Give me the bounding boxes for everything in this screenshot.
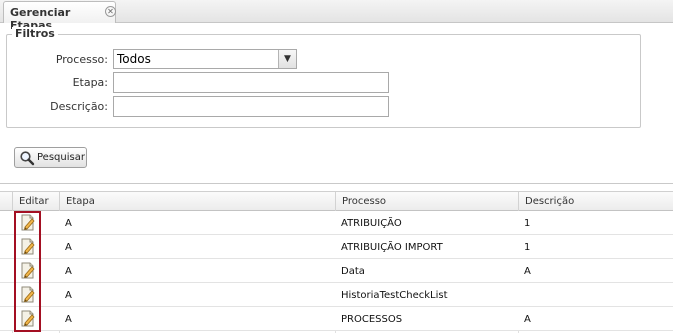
table-row: A ATRIBUIÇÃO IMPORT 1 [0,235,673,259]
cell-processo: ATRIBUIÇÃO [341,218,402,229]
table-row: A ATRIBUIÇÃO 1 [0,211,673,235]
chevron-down-icon[interactable]: ▼ [278,50,296,68]
column-header-editar[interactable]: Editar [12,192,59,211]
search-button[interactable]: Pesquisar [14,147,87,168]
cell-descricao: 1 [524,218,531,229]
cell-descricao: 1 [524,242,531,253]
edit-document-icon[interactable] [20,262,36,279]
magnifier-icon [20,151,35,166]
cell-processo: Data [341,266,365,277]
column-header-processo[interactable]: Processo [335,192,518,211]
cell-etapa: A [65,242,72,253]
descricao-label: Descrição: [50,100,108,113]
cell-descricao: A [524,266,531,277]
cell-etapa: A [65,314,72,325]
etapa-label: Etapa: [72,76,108,89]
processo-selected-value: Todos [117,52,151,66]
column-header-etapa[interactable]: Etapa [59,192,335,211]
table-row: A Data A [0,259,673,283]
edit-document-icon[interactable] [20,238,36,255]
cell-etapa: A [65,218,72,229]
grid-header: Editar Etapa Processo Descrição [0,191,673,211]
cell-descricao [518,283,524,307]
edit-document-icon[interactable] [20,310,36,327]
processo-label: Processo: [55,53,108,66]
descricao-input[interactable] [113,96,389,117]
grid-top-border [0,183,673,184]
column-header-descricao[interactable]: Descrição [518,192,673,211]
processo-select[interactable]: Todos ▼ [113,49,297,69]
cell-processo: ATRIBUIÇÃO IMPORT [341,242,443,253]
filters-legend: Filtros [12,27,58,40]
table-row: A PROCESSOS A [0,307,673,331]
edit-document-icon[interactable] [20,214,36,231]
close-icon[interactable]: ✕ [105,6,116,17]
table-row: A HistoriaTestCheckList [0,283,673,307]
cell-etapa: A [65,266,72,277]
cell-processo: HistoriaTestCheckList [341,290,448,301]
edit-document-icon[interactable] [20,286,36,303]
cell-descricao: A [524,314,531,325]
tab-strip: Gerenciar Etapas ✕ [0,0,673,32]
cell-processo: PROCESSOS [341,314,403,325]
etapa-input[interactable] [113,72,389,93]
tab-gerenciar-etapas[interactable]: Gerenciar Etapas ✕ [3,1,116,32]
cell-etapa: A [65,290,72,301]
search-button-label: Pesquisar [37,152,85,163]
